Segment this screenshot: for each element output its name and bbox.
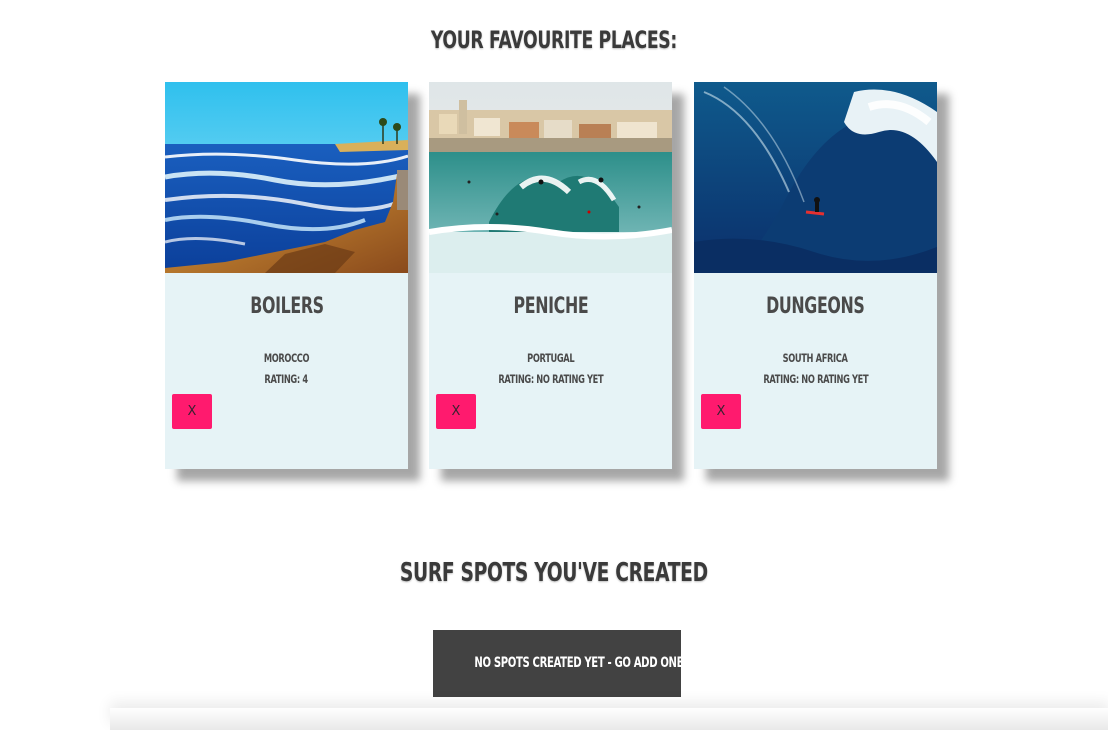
spot-name: Boilers (249, 294, 324, 319)
spot-name: Peniche (513, 294, 588, 319)
favourite-card: Boilers Morocco Rating: 4 X (165, 82, 408, 469)
boilers-photo (165, 82, 408, 273)
remove-favourite-button[interactable]: X (172, 394, 212, 429)
spot-rating: Rating: No rating yet (498, 372, 603, 386)
favourites-card-list: Boilers Morocco Rating: 4 X (165, 82, 945, 472)
created-spots-heading: Surf Spots You've Created (400, 558, 708, 588)
favourite-card: Peniche Portugal Rating: No rating yet X (429, 82, 672, 469)
add-spot-button[interactable]: No spots created yet - go add one! (433, 630, 688, 697)
footer-shadow (110, 708, 1108, 730)
dungeons-photo (694, 82, 937, 273)
spot-rating: Rating: 4 (264, 372, 309, 386)
spot-country: Morocco (263, 351, 310, 365)
favourite-card: Dungeons South Africa Rating: No rating … (694, 82, 937, 469)
spot-rating: Rating: No rating yet (763, 372, 868, 386)
peniche-photo (429, 82, 672, 273)
spot-name: Dungeons (766, 294, 865, 319)
remove-favourite-button[interactable]: X (701, 394, 741, 429)
spot-country: Portugal (526, 351, 575, 365)
favourites-heading: Your Favourite Places: (430, 26, 678, 54)
spot-country: South Africa (783, 351, 848, 365)
remove-favourite-button[interactable]: X (436, 394, 476, 429)
